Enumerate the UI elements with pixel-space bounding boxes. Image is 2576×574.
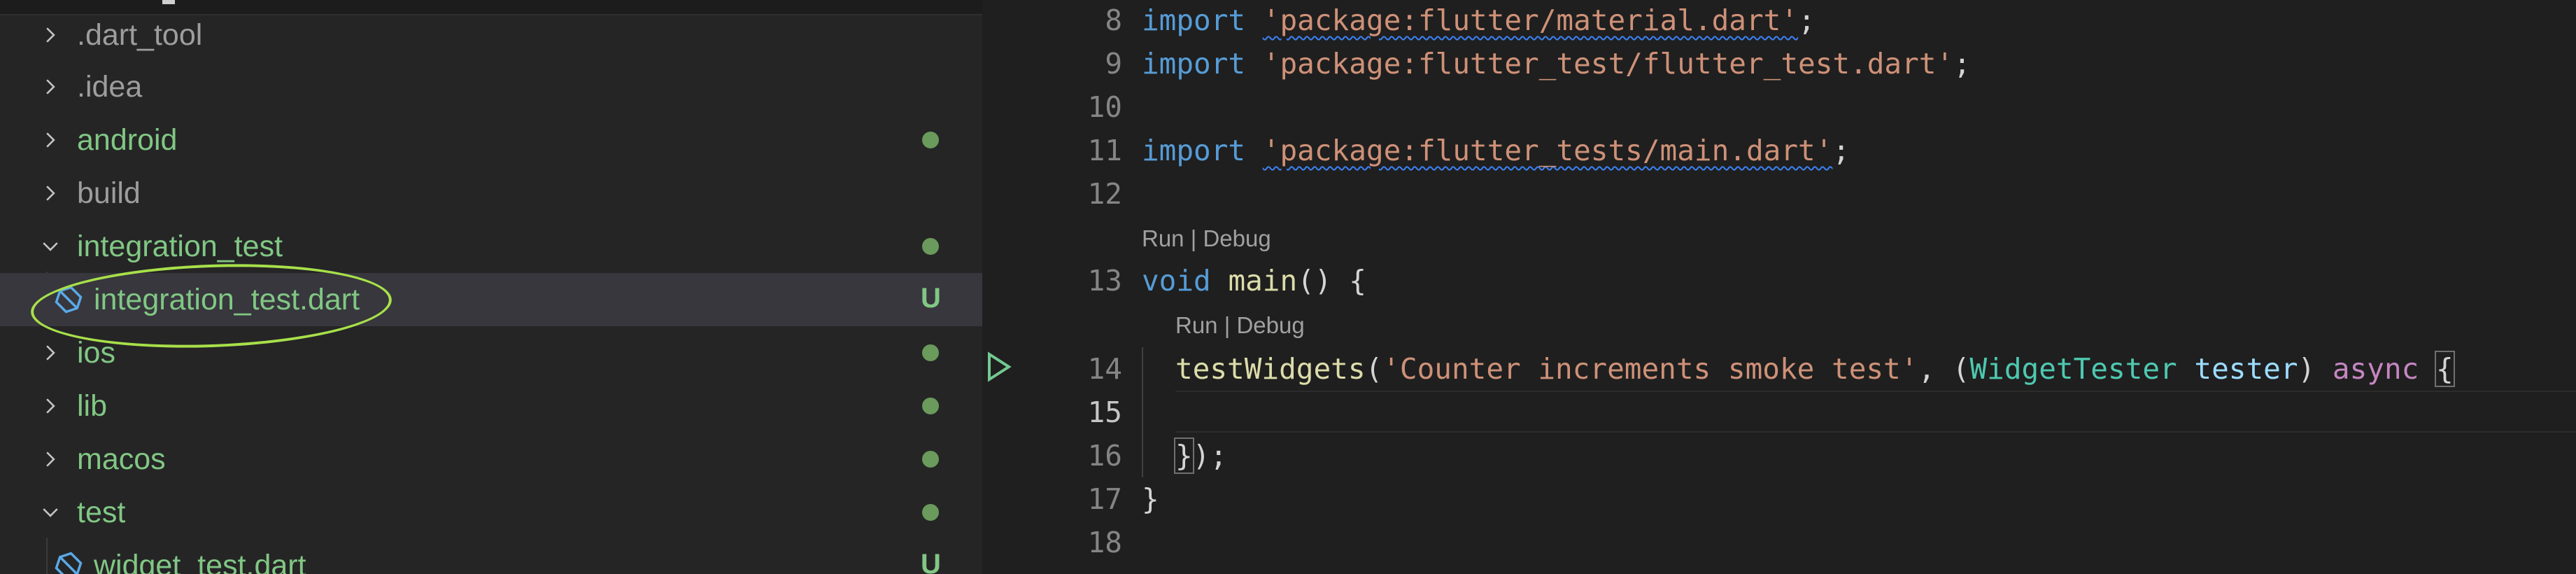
token-punctuation: ); [1192, 439, 1228, 472]
text-caret [162, 0, 175, 4]
token-type: WidgetTester [1969, 352, 2177, 386]
token-punctuation: ; [1798, 4, 1816, 37]
code-line-13: void main() { [1142, 259, 1366, 302]
line-number-active: 15 [1087, 396, 1122, 429]
code-line-17: } [1142, 477, 1159, 521]
code-line-9: import 'package:flutter_test/flutter_tes… [1142, 42, 1971, 85]
token-string: 'package:flutter/material.dart' [1262, 4, 1799, 37]
token-string: 'package:flutter_tests/main.dart' [1262, 134, 1833, 167]
codelens-run-debug[interactable]: Run | Debug [1175, 312, 1305, 339]
explorer-sidebar: .dart_tool .idea android build integrati… [0, 0, 982, 574]
tree-folder-build[interactable]: build [0, 167, 982, 220]
git-modified-dot [922, 398, 939, 414]
code-line-16: }); [1174, 434, 1228, 477]
tree-item-label: integration_test [77, 229, 283, 263]
git-modified-dot [922, 451, 939, 468]
line-number: 13 [1087, 264, 1122, 298]
token-function: testWidgets [1175, 352, 1366, 386]
token-punctuation: ; [1953, 47, 1971, 80]
token-keyword: async [2332, 352, 2419, 386]
token-variable: tester [2194, 352, 2298, 386]
chevron-down-icon [36, 486, 64, 539]
tree-folder-test[interactable]: test [0, 486, 982, 539]
line-number: 12 [1087, 177, 1122, 211]
token-punctuation: () { [1297, 264, 1366, 298]
tree-folder-lib[interactable]: lib [0, 379, 982, 433]
code-line-8: import 'package:flutter/material.dart'; [1142, 0, 1816, 42]
chevron-right-icon [36, 8, 64, 62]
code-line-14: testWidgets('Counter increments smoke te… [1175, 347, 2455, 391]
line-number: 16 [1087, 439, 1122, 472]
git-modified-dot [922, 344, 939, 361]
line-number: 18 [1087, 526, 1122, 559]
token-punctuation: , ( [1918, 352, 1970, 386]
dart-file-icon [53, 550, 84, 574]
git-modified-dot [922, 238, 939, 255]
vscode-window: .dart_tool .idea android build integrati… [0, 0, 2576, 574]
token-keyword: import [1142, 134, 1246, 167]
run-test-icon[interactable] [985, 351, 1013, 382]
code-line-11: import 'package:flutter_tests/main.dart'… [1142, 129, 1850, 172]
tree-item-label: android [77, 122, 178, 157]
token-keyword: import [1142, 4, 1246, 37]
line-number: 11 [1087, 134, 1122, 167]
chevron-right-icon [36, 379, 64, 433]
chevron-right-icon [36, 433, 64, 486]
chevron-right-icon [36, 326, 64, 379]
token-punctuation: ( [1365, 352, 1383, 386]
token-bracket-match: } [1174, 438, 1194, 474]
git-modified-dot [922, 504, 939, 521]
token-keyword: void [1142, 264, 1211, 298]
token-bracket-match: { [2435, 351, 2455, 387]
current-line-highlight [1175, 391, 2576, 433]
git-untracked-badge: U [921, 549, 941, 574]
line-number: 10 [1087, 90, 1122, 124]
line-number: 17 [1087, 482, 1122, 516]
chevron-right-icon [36, 167, 64, 220]
chevron-right-icon [36, 60, 64, 113]
git-modified-dot [922, 132, 939, 148]
tree-item-label: build [77, 176, 141, 210]
token-keyword: import [1142, 47, 1246, 80]
git-untracked-badge: U [921, 283, 941, 314]
chevron-down-icon [36, 220, 64, 273]
token-punctuation: ) [2298, 352, 2333, 386]
token-punctuation: } [1142, 482, 1159, 516]
tree-folder-macos[interactable]: macos [0, 433, 982, 486]
token-string: 'Counter increments smoke test' [1382, 352, 1918, 386]
line-number: 9 [1105, 47, 1122, 80]
tree-item-label: macos [77, 442, 166, 476]
token-function: main [1228, 264, 1298, 298]
codelens-run-debug[interactable]: Run | Debug [1142, 225, 1271, 252]
token-punctuation: ; [1832, 134, 1850, 167]
line-number: 8 [1105, 4, 1122, 37]
tree-file-widget-test-dart[interactable]: widget_test.dart U [0, 539, 982, 574]
chevron-right-icon [36, 113, 64, 167]
code-editor[interactable]: 8 9 10 11 12 13 14 15 16 17 18 import 'p… [982, 0, 2576, 574]
tree-item-label: .dart_tool [77, 18, 203, 52]
indent-guide [1142, 347, 1143, 477]
tree-folder-idea[interactable]: .idea [0, 60, 982, 113]
tree-folder-integration-test[interactable]: integration_test [0, 220, 982, 273]
tree-folder-dart-tool[interactable]: .dart_tool [0, 8, 982, 62]
tree-item-label: lib [77, 388, 108, 423]
tree-item-label: widget_test.dart [94, 548, 306, 574]
tree-item-label: .idea [77, 69, 143, 104]
tree-folder-android[interactable]: android [0, 113, 982, 167]
token-string: 'package:flutter_test/flutter_test.dart' [1262, 47, 1954, 80]
tree-item-label: test [77, 495, 126, 529]
